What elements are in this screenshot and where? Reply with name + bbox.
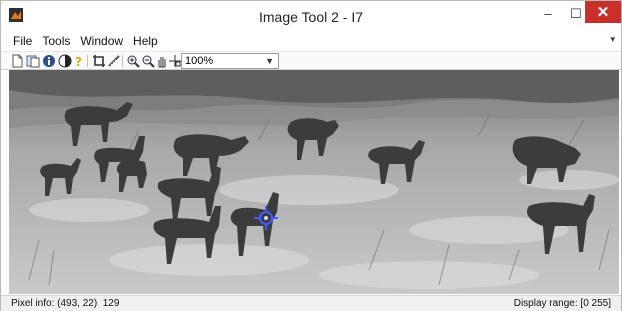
window-title: Image Tool 2 - I7 — [258, 9, 364, 25]
menu-tools[interactable]: Tools — [42, 34, 70, 48]
menu-dock-arrow-icon[interactable]: ▾ — [610, 34, 615, 45]
title-bar[interactable]: Image Tool 2 - I7 – ☐ ✕ — [1, 1, 621, 31]
minimize-button[interactable]: – — [533, 1, 563, 26]
zoom-out-icon[interactable] — [141, 54, 155, 68]
menu-bar: File Tools Window Help ▾ — [1, 32, 621, 50]
help-icon[interactable]: ? — [72, 54, 86, 69]
close-button[interactable]: ✕ — [585, 1, 621, 23]
status-bar: Pixel info: (493, 22) 129 Display range:… — [1, 295, 621, 311]
display-range-readout: Display range: [0 255] — [513, 298, 611, 309]
new-figure-icon[interactable] — [10, 54, 24, 68]
svg-text:?: ? — [75, 55, 82, 68]
image-display[interactable] — [9, 70, 619, 294]
pixel-region-icon[interactable] — [168, 54, 182, 68]
menu-help[interactable]: Help — [133, 34, 158, 48]
zoom-level-value: 100% — [185, 55, 214, 67]
deer-herd-image — [9, 70, 619, 294]
chevron-down-icon: ▼ — [265, 56, 274, 66]
toolbar: ? 100% ▼ — [1, 51, 621, 70]
save-icon[interactable] — [26, 54, 40, 68]
pixel-info-readout: Pixel info: (493, 22) 129 — [11, 298, 120, 309]
menu-window[interactable]: Window — [80, 34, 123, 48]
image-tool-window: Image Tool 2 - I7 – ☐ ✕ File Tools Windo… — [0, 0, 622, 311]
zoom-level-select[interactable]: 100% ▼ — [181, 53, 279, 69]
menu-file[interactable]: File — [13, 34, 32, 48]
toolbar-separator — [87, 55, 88, 67]
zoom-in-icon[interactable] — [126, 54, 140, 68]
toolbar-separator — [122, 55, 123, 67]
pan-hand-icon[interactable] — [155, 54, 169, 68]
measure-distance-icon[interactable] — [107, 54, 121, 68]
crop-icon[interactable] — [92, 54, 106, 68]
image-info-icon[interactable] — [42, 54, 56, 68]
contrast-icon[interactable] — [58, 54, 72, 68]
